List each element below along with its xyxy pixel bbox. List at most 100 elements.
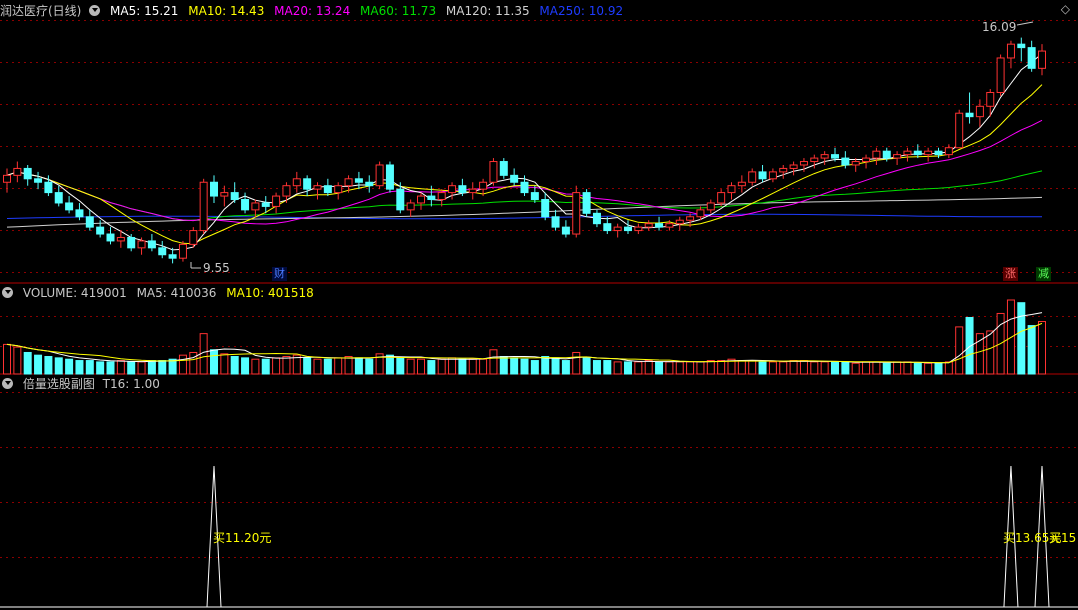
volume-panel-header: VOLUME: 419001 MA5: 410036 MA10: 401518 — [0, 285, 320, 301]
volume-bar — [841, 361, 850, 375]
candle-body — [189, 230, 198, 245]
candle-body — [96, 226, 105, 235]
volume-bar — [613, 361, 622, 375]
ma20-label: MA20: 13.24 — [274, 4, 351, 18]
volume-bar — [893, 361, 902, 375]
panel-menu-icon[interactable] — [89, 5, 101, 16]
candle-body — [116, 236, 125, 242]
volume-menu-icon[interactable] — [2, 287, 13, 298]
candle-body — [572, 192, 581, 235]
volume-bar — [189, 351, 198, 375]
candle-body — [799, 161, 808, 166]
candle-body — [199, 181, 208, 232]
increase-marker[interactable]: 涨 — [1003, 267, 1018, 281]
volume-bar — [313, 358, 322, 375]
volume-label: VOLUME: 419001 — [22, 286, 127, 300]
candle-body — [75, 209, 84, 218]
volume-bar — [3, 343, 11, 375]
candle-body — [313, 185, 322, 190]
candle-body — [406, 202, 415, 211]
candle-body — [13, 167, 22, 176]
volume-bar — [385, 354, 394, 375]
candle-body — [241, 199, 250, 211]
candle-body — [748, 171, 757, 183]
candle-body — [530, 192, 539, 201]
volume-bar — [44, 356, 53, 375]
candle-body — [168, 254, 177, 259]
volume-bar — [13, 346, 22, 375]
diamond-icon[interactable]: ◇ — [1061, 2, 1070, 16]
decrease-marker[interactable]: 减 — [1036, 267, 1051, 281]
ma10-line — [6, 84, 1043, 245]
candle-body — [955, 112, 964, 149]
candle-body — [706, 202, 715, 211]
volume-bar — [665, 361, 674, 375]
candle-body — [34, 178, 43, 183]
ma120-line — [6, 196, 1043, 228]
candle-body — [479, 181, 488, 190]
volume-ma5-line — [6, 312, 1043, 364]
volume-bar — [458, 358, 467, 375]
candle-body — [375, 164, 384, 187]
candle-body — [592, 212, 601, 225]
candle-body — [23, 167, 32, 180]
candle-body — [727, 185, 736, 194]
stock-chart[interactable] — [0, 0, 1078, 610]
volume-bar — [582, 357, 591, 375]
volume-bar — [323, 358, 332, 375]
volume-bar — [34, 354, 43, 375]
volume-bar — [479, 358, 488, 375]
ma250-label: MA250: 10.92 — [539, 4, 624, 18]
volume-bar — [406, 358, 415, 375]
volume-bar — [561, 360, 570, 375]
candle-body — [1027, 47, 1036, 69]
candle-body — [282, 185, 291, 197]
finance-marker[interactable]: 财 — [272, 267, 287, 281]
candle-body — [768, 171, 777, 180]
volume-bar — [768, 361, 777, 375]
candle-body — [230, 192, 239, 201]
candle-body — [624, 226, 632, 232]
volume-bar — [448, 357, 457, 375]
volume-bar — [230, 356, 239, 375]
candle-body — [458, 185, 467, 194]
volume-bar — [686, 361, 695, 375]
volume-bar — [965, 316, 974, 375]
candle-body — [303, 178, 312, 190]
volume-bar — [489, 349, 498, 375]
candle-body — [913, 150, 922, 156]
volume-bar — [168, 358, 177, 375]
candle-body — [272, 195, 281, 207]
ma120-label: MA120: 11.35 — [445, 4, 530, 18]
buy-signal-label: 买15 — [1049, 531, 1077, 545]
candle-body — [841, 157, 850, 166]
volume-bar — [737, 360, 746, 375]
candle-body — [551, 216, 560, 228]
ma10-label: MA10: 14.43 — [188, 4, 265, 18]
low-price-label: 9.55 — [203, 261, 230, 275]
indicator-menu-icon[interactable] — [2, 378, 13, 389]
volume-bar — [592, 360, 601, 375]
volume-bar — [551, 357, 560, 375]
volume-bar — [96, 361, 105, 375]
volume-bar — [510, 357, 519, 375]
volume-bar — [572, 351, 581, 375]
volume-bar — [675, 361, 684, 375]
candle-body — [520, 181, 529, 194]
volume-bar — [624, 361, 632, 375]
candle-body — [137, 240, 146, 249]
candle-body — [220, 192, 229, 197]
candle-body — [448, 185, 457, 194]
volume-bar — [468, 358, 477, 375]
candle-body — [655, 223, 664, 228]
candle-body — [779, 167, 788, 173]
candle-body — [44, 181, 53, 194]
candle-body — [862, 157, 871, 163]
candle-body — [54, 192, 63, 204]
volume-bar — [137, 361, 146, 375]
price-panel-header: 润达医疗(日线) MA5: 15.21 MA10: 14.43 MA20: 13… — [0, 3, 629, 19]
volume-bar — [1038, 321, 1046, 375]
volume-bar — [251, 358, 260, 375]
candle-body — [365, 181, 374, 187]
volume-bar — [986, 330, 995, 375]
